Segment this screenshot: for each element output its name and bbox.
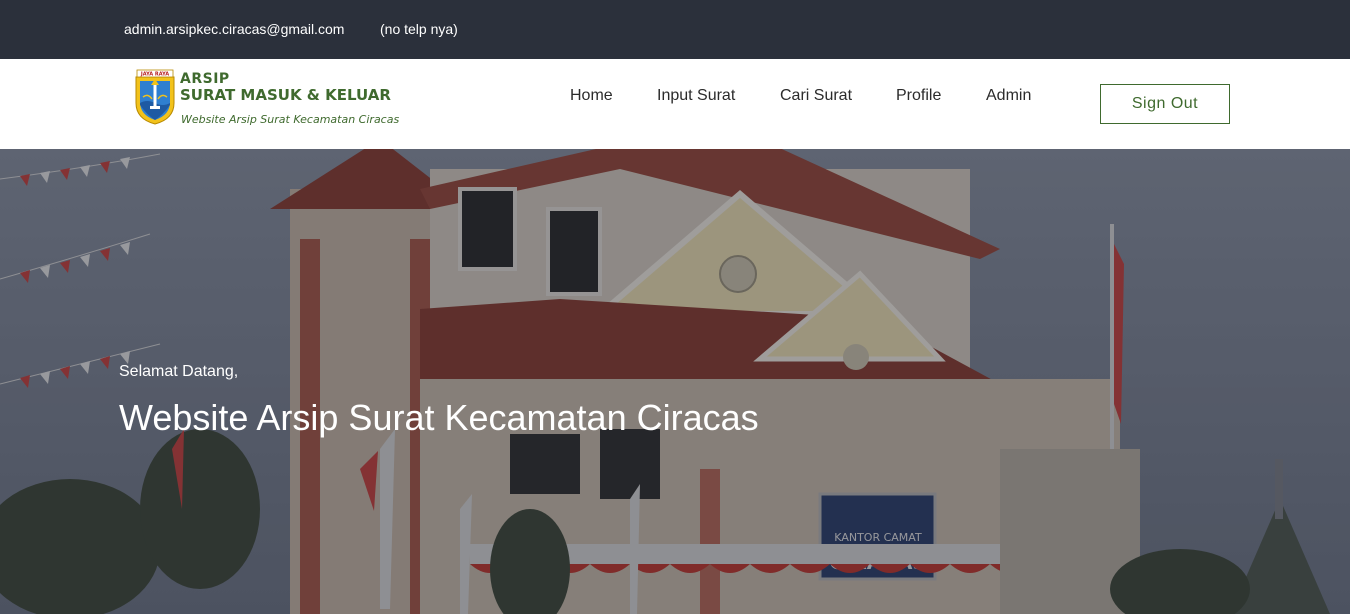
top-info-bar: admin.arsipkec.ciracas@gmail.com (no tel…	[0, 0, 1350, 59]
hero-banner: KANTOR CAMAT CIRACAS	[0, 149, 1350, 614]
hero-title: Website Arsip Surat Kecamatan Ciracas	[119, 397, 759, 438]
nav-home[interactable]: Home	[570, 87, 613, 105]
contact-phone: (no telp nya)	[380, 21, 458, 37]
nav-cari-surat[interactable]: Cari Surat	[780, 87, 852, 105]
svg-text:JAYA RAYA: JAYA RAYA	[140, 72, 169, 78]
nav-admin[interactable]: Admin	[986, 87, 1031, 105]
nav-input-surat[interactable]: Input Surat	[657, 87, 735, 105]
site-header: JAYA RAYA ARSIP SURAT MASUK & KELUAR Web…	[0, 59, 1350, 149]
hero-greeting: Selamat Datang,	[119, 363, 239, 380]
logo-tagline: Website Arsip Surat Kecamatan Ciracas	[181, 113, 400, 126]
hero-dark-overlay	[0, 149, 1350, 614]
logo-title-line1: ARSIP	[180, 71, 230, 87]
sign-out-button[interactable]: Sign Out	[1100, 84, 1230, 124]
contact-email: admin.arsipkec.ciracas@gmail.com	[124, 21, 345, 37]
nav-profile[interactable]: Profile	[896, 87, 941, 105]
